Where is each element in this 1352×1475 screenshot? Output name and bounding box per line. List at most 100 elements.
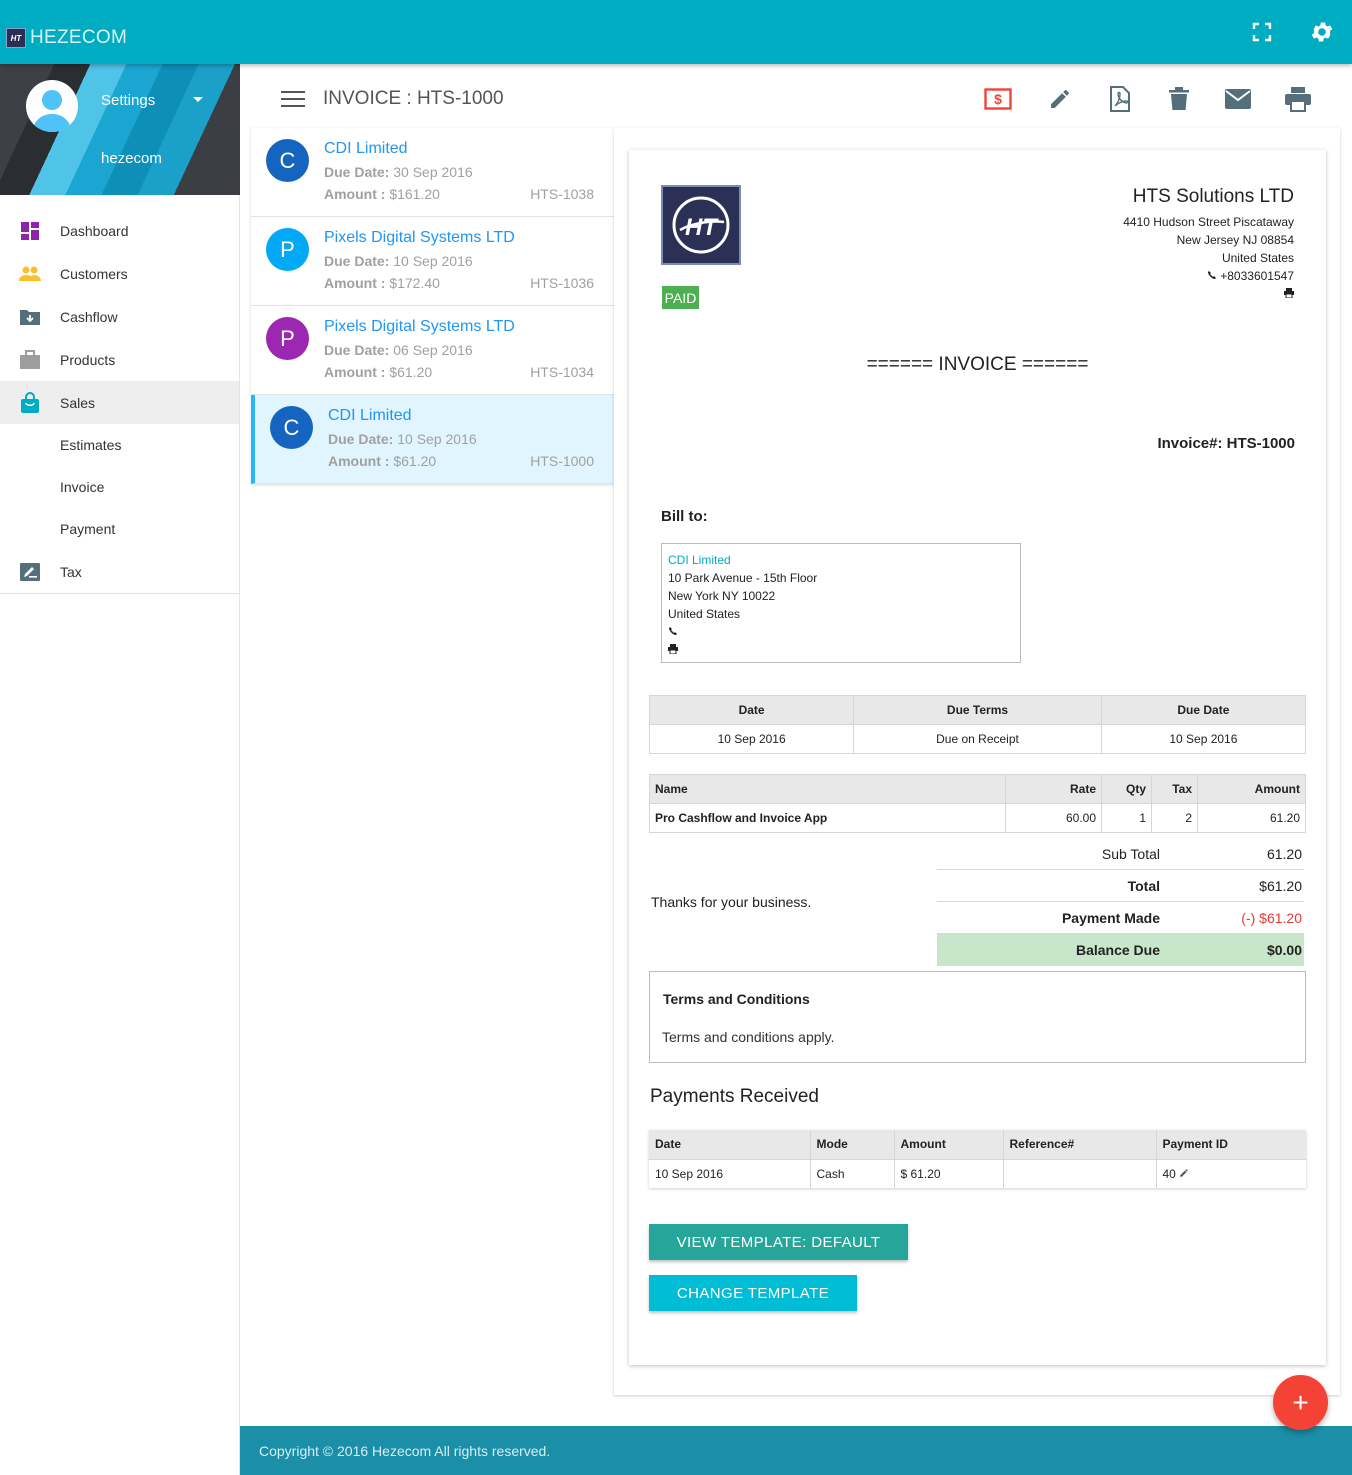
invoice-list-item[interactable]: P Pixels Digital Systems LTD Due Date: 1…: [251, 217, 614, 306]
table-cell: 61.20: [1197, 803, 1306, 833]
folder-download-icon: [19, 307, 41, 327]
add-fab-button[interactable]: +: [1273, 1375, 1328, 1430]
main-header: INVOICE : HTS-1000 $: [250, 65, 1340, 129]
user-avatar[interactable]: [26, 80, 78, 132]
sidebar-item-cashflow[interactable]: Cashflow: [0, 295, 239, 338]
company-phone: +8033601547: [1123, 267, 1294, 285]
pdf-icon[interactable]: [1105, 84, 1135, 114]
invoice-code: HTS-1000: [530, 453, 594, 469]
amount: Amount : $61.20: [328, 453, 437, 469]
company-logo: HT: [661, 185, 741, 265]
sidebar-item-dashboard[interactable]: Dashboard: [0, 209, 239, 252]
sidebar-item-tax[interactable]: Tax: [0, 550, 239, 593]
customer-initial-avatar: C: [270, 406, 313, 449]
email-icon[interactable]: [1223, 84, 1253, 114]
bill-to-fax: [668, 641, 1014, 659]
sidebar-item-estimates[interactable]: Estimates: [0, 424, 239, 466]
invoice-dates-table: Date Due Terms Due Date 10 Sep 2016 Due …: [648, 695, 1307, 754]
amount: Amount : $161.20: [324, 186, 440, 202]
table-header: Reference#: [1003, 1130, 1157, 1159]
bill-to-name[interactable]: CDI Limited: [668, 551, 1014, 569]
dashboard-icon: [19, 221, 41, 241]
invoice-list-item-selected[interactable]: C CDI Limited Due Date: 10 Sep 2016 Amou…: [251, 395, 614, 484]
balance-due-label: Balance Due: [1075, 942, 1160, 958]
due-date: Due Date: 10 Sep 2016: [324, 253, 473, 269]
sidebar-item-label: Tax: [60, 563, 82, 580]
invoice-number: Invoice#: HTS-1000: [1157, 435, 1295, 452]
profile-settings-link[interactable]: Settings: [101, 92, 155, 109]
profile-panel: Settings hezecom: [0, 64, 240, 195]
sidebar-nav: Dashboard Customers Cashflow Products Sa…: [0, 209, 239, 593]
profile-username: hezecom: [101, 150, 162, 167]
subtotal-row: Sub Total 61.20: [937, 838, 1304, 870]
sidebar-item-sales[interactable]: Sales: [0, 381, 239, 424]
terms-box: Terms and Conditions Terms and condition…: [649, 971, 1306, 1063]
payment-made-value: (-) $61.20: [1241, 910, 1302, 926]
top-app-bar: HT HEZECOM: [0, 0, 1352, 64]
people-icon: [19, 264, 41, 284]
bill-to-box: CDI Limited 10 Park Avenue - 15th Floor …: [661, 543, 1021, 663]
table-header: Payment ID: [1156, 1130, 1306, 1159]
payments-table: Date Mode Amount Reference# Payment ID 1…: [649, 1130, 1306, 1188]
brand[interactable]: HT HEZECOM: [6, 27, 127, 49]
customer-name: CDI Limited: [324, 140, 408, 157]
table-cell: Pro Cashflow and Invoice App: [649, 803, 1006, 833]
invoice-heading: ====== INVOICE ======: [866, 354, 1089, 375]
page-title: INVOICE : HTS-1000: [323, 88, 504, 109]
view-template-button[interactable]: VIEW TEMPLATE: DEFAULT: [649, 1224, 908, 1260]
settings-gear-icon[interactable]: [1308, 18, 1336, 46]
payments-title: Payments Received: [650, 1086, 819, 1107]
footer: Copyright © 2016 Hezecom All rights rese…: [240, 1426, 1352, 1475]
bill-to-city: New York NY 10022: [668, 589, 776, 603]
invoice-list-item[interactable]: P Pixels Digital Systems LTD Due Date: 0…: [251, 306, 614, 395]
status-badge: PAID: [662, 286, 699, 309]
invoice-list-item[interactable]: C CDI Limited Due Date: 30 Sep 2016 Amou…: [251, 128, 614, 217]
line-items-table: Name Rate Qty Tax Amount Pro Cashflow an…: [649, 774, 1306, 833]
table-cell: 2: [1151, 803, 1198, 833]
subtotal-label: Sub Total: [1101, 846, 1160, 862]
copyright-text: Copyright © 2016 Hezecom All rights rese…: [259, 1443, 551, 1459]
sidebar-item-label: Dashboard: [60, 222, 129, 239]
sidebar-item-customers[interactable]: Customers: [0, 252, 239, 295]
due-date: Due Date: 30 Sep 2016: [324, 164, 473, 180]
change-template-button[interactable]: CHANGE TEMPLATE: [649, 1275, 857, 1311]
table-header: Tax: [1151, 774, 1198, 804]
subtotal-value: 61.20: [1266, 846, 1302, 862]
customer-initial-avatar: C: [266, 139, 309, 182]
menu-icon[interactable]: [281, 91, 305, 112]
terms-body: Terms and conditions apply.: [662, 1029, 835, 1045]
amount: Amount : $61.20: [324, 364, 433, 380]
sidebar-item-invoice[interactable]: Invoice: [0, 466, 239, 508]
table-header: Due Date: [1100, 695, 1307, 725]
fullscreen-icon[interactable]: [1248, 18, 1276, 46]
invoice-list: C CDI Limited Due Date: 30 Sep 2016 Amou…: [251, 128, 614, 484]
svg-text:$: $: [994, 91, 1002, 107]
invoice-code: HTS-1038: [530, 186, 594, 202]
company-street: 4410 Hudson Street Piscataway: [1123, 215, 1294, 229]
edit-pencil-icon[interactable]: [1179, 1168, 1189, 1178]
delete-trash-icon[interactable]: [1164, 84, 1194, 114]
table-row: Pro Cashflow and Invoice App 60.00 1 2 6…: [649, 803, 1306, 833]
sidebar-divider: [0, 593, 239, 594]
customer-name: Pixels Digital Systems LTD: [324, 318, 515, 335]
phone-icon: [1207, 271, 1216, 279]
payment-made-label: Payment Made: [1061, 910, 1160, 926]
record-payment-icon[interactable]: $: [983, 84, 1013, 114]
company-city: New Jersey NJ 08854: [1176, 233, 1294, 247]
customer-initial-avatar: P: [266, 228, 309, 271]
sidebar-item-products[interactable]: Products: [0, 338, 239, 381]
sidebar: Settings hezecom Dashboard Customers Cas…: [0, 64, 240, 1475]
bill-to-phone: [668, 623, 1014, 641]
edit-pencil-icon[interactable]: [1045, 84, 1075, 114]
invoice-code: HTS-1034: [530, 364, 594, 380]
amount: Amount : $172.40: [324, 275, 440, 291]
sidebar-item-label: Cashflow: [60, 308, 118, 325]
table-header: Amount: [1197, 774, 1306, 804]
due-date: Due Date: 06 Sep 2016: [324, 342, 473, 358]
chevron-down-icon[interactable]: [193, 97, 203, 102]
bill-to-street: 10 Park Avenue - 15th Floor: [668, 571, 818, 585]
sidebar-item-payment[interactable]: Payment: [0, 508, 239, 550]
print-icon[interactable]: [1283, 84, 1313, 114]
table-header: Rate: [1005, 774, 1102, 804]
totals-summary: Sub Total 61.20 Total $61.20 Payment Mad…: [937, 838, 1304, 966]
